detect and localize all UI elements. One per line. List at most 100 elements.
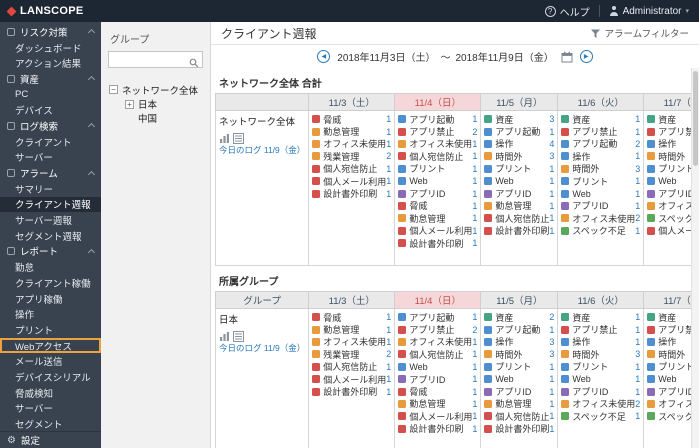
alarm-item[interactable]: 時間外 3 bbox=[484, 150, 554, 162]
alarm-count[interactable]: 1 bbox=[386, 374, 391, 384]
alarm-item[interactable]: 個人宛信防止 1 bbox=[312, 163, 391, 175]
alarm-count[interactable]: 3 bbox=[635, 164, 640, 174]
alarm-item[interactable]: アプリ起動 1 bbox=[484, 125, 554, 137]
sidebar-item[interactable]: 勤怠 bbox=[0, 259, 101, 275]
alarm-item[interactable]: 操作 3 bbox=[484, 336, 554, 348]
sidebar-item[interactable]: 脅威検知 bbox=[0, 385, 101, 401]
alarm-item[interactable]: プリント1 bbox=[484, 163, 554, 175]
alarm-item[interactable]: アプリ禁止 2 bbox=[398, 323, 477, 335]
sidebar-item[interactable]: サーバー bbox=[0, 401, 101, 417]
alarm-count[interactable]: 2 bbox=[386, 349, 391, 359]
alarm-item[interactable]: スペック不足1 bbox=[647, 410, 691, 422]
alarm-item[interactable]: 個人宛信防止 1 bbox=[484, 410, 554, 422]
alarm-count[interactable]: 1 bbox=[386, 127, 391, 137]
alarm-item[interactable]: 脅威 1 bbox=[398, 200, 477, 212]
alarm-count[interactable]: 1 bbox=[549, 213, 554, 223]
search-icon[interactable] bbox=[189, 55, 199, 67]
alarm-item[interactable]: 勤怠管理 1 bbox=[312, 323, 391, 335]
alarm-item[interactable]: 勤怠管理 1 bbox=[398, 212, 477, 224]
alarm-item[interactable]: 個人宛信防止 1 bbox=[398, 150, 477, 162]
sidebar-item[interactable]: Webアクセス bbox=[0, 338, 101, 354]
alarm-item[interactable]: アプリID1 bbox=[647, 187, 691, 199]
alarm-count[interactable]: 1 bbox=[472, 139, 477, 149]
alarm-filter-button[interactable]: アラームフィルター bbox=[590, 26, 689, 40]
alarm-item[interactable]: Web1 bbox=[647, 175, 691, 187]
alarm-count[interactable]: 1 bbox=[635, 226, 640, 236]
alarm-count[interactable]: 3 bbox=[635, 349, 640, 359]
alarm-item[interactable]: 資産 3 bbox=[484, 113, 554, 125]
alarm-count[interactable]: 2 bbox=[635, 399, 640, 409]
tree-node-child[interactable]: 中国 bbox=[101, 111, 210, 125]
alarm-count[interactable]: 1 bbox=[549, 226, 554, 236]
alarm-count[interactable]: 1 bbox=[472, 151, 477, 161]
alarm-count[interactable]: 1 bbox=[472, 374, 477, 384]
alarm-count[interactable]: 1 bbox=[386, 114, 391, 124]
alarm-item[interactable]: 残業管理 2 bbox=[312, 150, 391, 162]
group-search-input[interactable] bbox=[112, 54, 189, 65]
alarm-count[interactable]: 1 bbox=[635, 325, 640, 335]
alarm-count[interactable]: 1 bbox=[635, 387, 640, 397]
sidebar-item[interactable]: アプリ稼働 bbox=[0, 291, 101, 307]
alarm-item[interactable]: 個人宛信防止 1 bbox=[312, 361, 391, 373]
alarm-count[interactable]: 1 bbox=[549, 362, 554, 372]
alarm-count[interactable]: 1 bbox=[635, 312, 640, 322]
alarm-item[interactable]: Web1 bbox=[398, 175, 477, 187]
alarm-count[interactable]: 1 bbox=[472, 424, 477, 434]
alarm-item[interactable]: 設計書外印刷 1 bbox=[312, 187, 391, 199]
alarm-count[interactable]: 1 bbox=[472, 349, 477, 359]
alarm-count[interactable]: 3 bbox=[549, 349, 554, 359]
alarm-count[interactable]: 1 bbox=[635, 374, 640, 384]
alarm-count[interactable]: 1 bbox=[635, 201, 640, 211]
alarm-count[interactable]: 1 bbox=[386, 164, 391, 174]
alarm-item[interactable]: アプリID1 bbox=[561, 385, 640, 397]
today-log-link[interactable]: 今日のログ 11/9（金） bbox=[219, 144, 305, 156]
sidebar-item-settings[interactable]: ⚙ 設定 bbox=[0, 431, 101, 448]
alarm-item[interactable]: オフィス未使用1 bbox=[398, 138, 477, 150]
tree-node-root[interactable]: − ネットワーク全体 bbox=[101, 82, 210, 97]
alarm-item[interactable]: アプリ起動 2 bbox=[561, 138, 640, 150]
alarm-item[interactable]: 脅威 1 bbox=[312, 311, 391, 323]
alarm-count[interactable]: 1 bbox=[472, 312, 477, 322]
alarm-count[interactable]: 1 bbox=[549, 411, 554, 421]
alarm-count[interactable]: 1 bbox=[386, 176, 391, 186]
calendar-icon[interactable] bbox=[561, 51, 573, 63]
alarm-count[interactable]: 3 bbox=[549, 151, 554, 161]
alarm-item[interactable]: 操作 4 bbox=[484, 138, 554, 150]
chart-icon[interactable] bbox=[219, 131, 230, 143]
alarm-item[interactable]: 時間外 3 bbox=[561, 348, 640, 360]
alarm-count[interactable]: 2 bbox=[549, 312, 554, 322]
alarm-item[interactable]: 操作2 bbox=[647, 336, 691, 348]
alarm-item[interactable]: 設計書外印刷 1 bbox=[398, 237, 477, 249]
chart-icon[interactable] bbox=[219, 329, 230, 341]
alarm-item[interactable]: アプリ禁止1 bbox=[647, 125, 691, 137]
sidebar-item[interactable]: サーバー週報 bbox=[0, 212, 101, 228]
sidebar-section-header[interactable]: 資産 bbox=[0, 71, 101, 87]
alarm-item[interactable]: 個人メール利用1 bbox=[398, 225, 477, 237]
alarm-count[interactable]: 1 bbox=[549, 127, 554, 137]
alarm-item[interactable]: 個人宛信防止 1 bbox=[484, 212, 554, 224]
alarm-item[interactable]: スペック不足1 bbox=[561, 225, 640, 237]
sidebar-item[interactable]: サーバー bbox=[0, 150, 101, 166]
sidebar-item[interactable]: セグメント週報 bbox=[0, 228, 101, 244]
collapse-icon[interactable]: − bbox=[109, 85, 118, 94]
alarm-item[interactable]: 操作2 bbox=[647, 138, 691, 150]
alarm-item[interactable]: スペック不足1 bbox=[647, 212, 691, 224]
sidebar-item[interactable]: セグメント bbox=[0, 416, 101, 432]
alarm-count[interactable]: 1 bbox=[635, 362, 640, 372]
alarm-item[interactable]: プリント1 bbox=[484, 361, 554, 373]
sidebar-item[interactable]: メール送信 bbox=[0, 353, 101, 369]
alarm-item[interactable]: プリント1 bbox=[561, 361, 640, 373]
alarm-count[interactable]: 1 bbox=[635, 127, 640, 137]
alarm-count[interactable]: 1 bbox=[549, 374, 554, 384]
alarm-count[interactable]: 1 bbox=[472, 411, 477, 421]
alarm-item[interactable]: 個人宛信防止 1 bbox=[398, 348, 477, 360]
sidebar-item[interactable]: PC bbox=[0, 87, 101, 103]
alarm-count[interactable]: 2 bbox=[635, 213, 640, 223]
alarm-item[interactable]: アプリ禁止1 bbox=[561, 323, 640, 335]
alarm-item[interactable]: プリント1 bbox=[647, 361, 691, 373]
sidebar-item[interactable]: クライアント週報 bbox=[0, 196, 101, 213]
alarm-count[interactable]: 1 bbox=[386, 312, 391, 322]
alarm-item[interactable]: アプリ禁止1 bbox=[561, 125, 640, 137]
alarm-count[interactable]: 3 bbox=[549, 114, 554, 124]
alarm-count[interactable]: 1 bbox=[549, 164, 554, 174]
